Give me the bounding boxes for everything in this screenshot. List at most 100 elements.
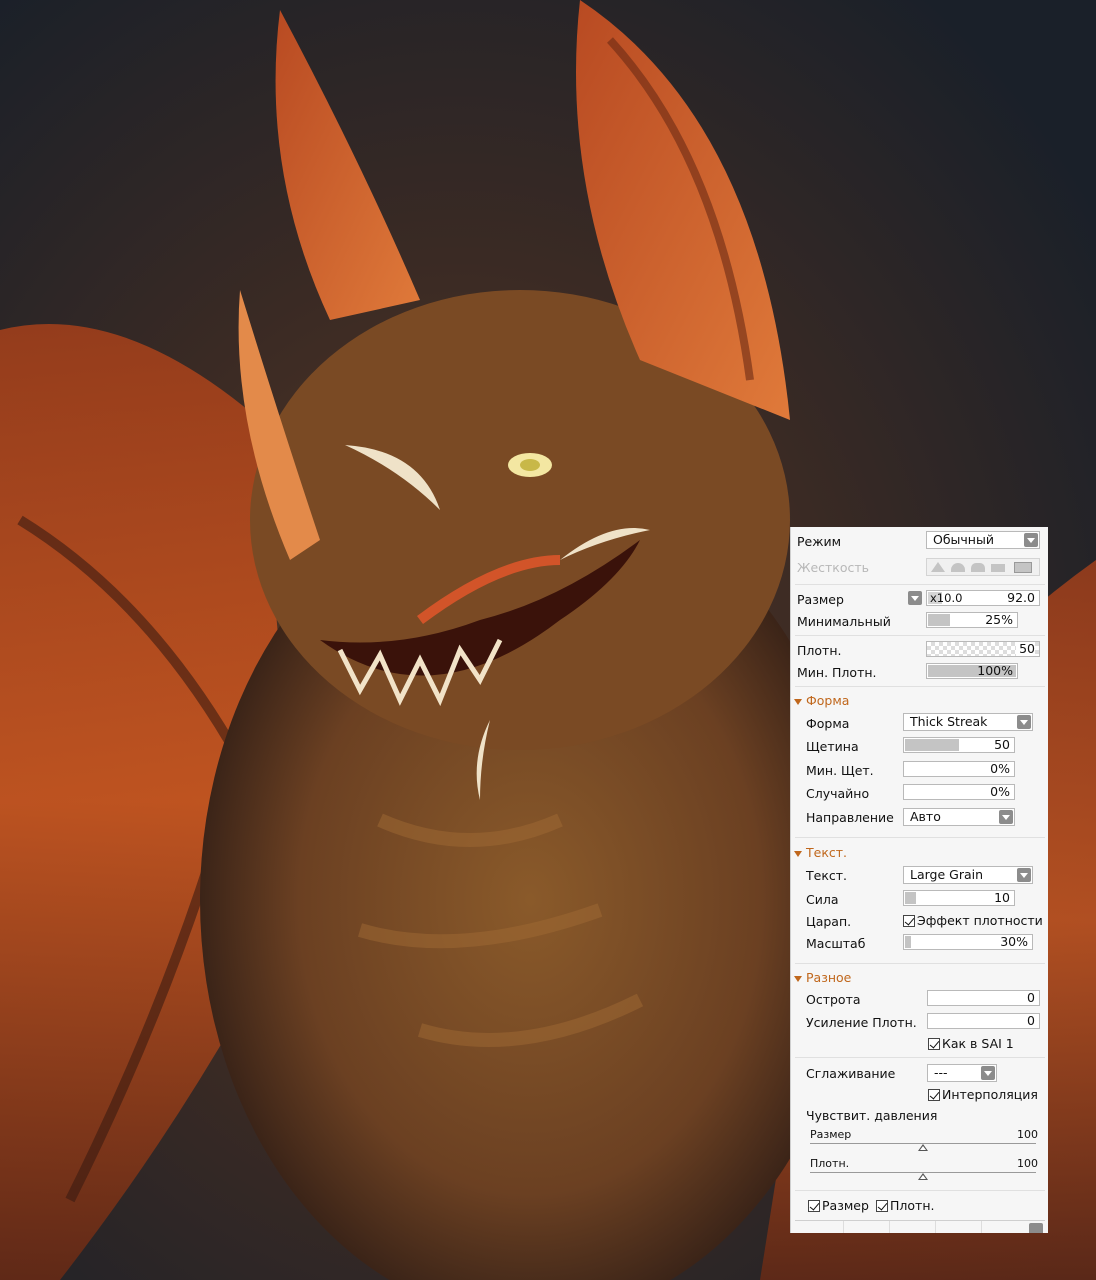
checkmark-icon: [928, 1089, 940, 1101]
min-bristle-row: Мин. Щет. 0%: [791, 761, 1048, 783]
min-size-slider[interactable]: 25%: [926, 612, 1018, 628]
sharpness-value: 0: [1027, 990, 1035, 1005]
min-density-slider[interactable]: 100%: [926, 663, 1018, 679]
preset-divider: [935, 1221, 936, 1233]
min-size-label: Минимальный: [797, 614, 891, 629]
chevron-down-icon: [1017, 715, 1031, 729]
texture-row: Текст. Large Grain: [791, 865, 1048, 887]
density-slider[interactable]: 50: [926, 641, 1040, 657]
direction-dropdown[interactable]: Авто: [903, 808, 1015, 826]
size-range-dropdown[interactable]: [908, 591, 922, 605]
strength-value: 10: [994, 890, 1010, 905]
divider: [795, 963, 1045, 964]
min-bristle-value: 0%: [990, 761, 1010, 776]
divider: [795, 635, 1045, 636]
divider: [795, 1190, 1045, 1191]
min-density-label: Мин. Плотн.: [797, 665, 877, 680]
strength-row: Сила 10: [791, 890, 1048, 912]
smoothing-row: Сглаживание ---: [791, 1063, 1048, 1085]
like-sai1-checkbox[interactable]: Как в SAI 1: [928, 1037, 1014, 1051]
scroll-up-icon[interactable]: [1029, 1223, 1043, 1233]
size-label: Размер: [797, 592, 844, 607]
checkmark-icon: [808, 1200, 820, 1212]
hardness-round-icon[interactable]: [951, 563, 965, 572]
interpolation-label: Интерполяция: [942, 1087, 1038, 1102]
brush-preset-strip: [795, 1220, 1045, 1233]
scale-label: Масштаб: [806, 936, 866, 951]
bottom-size-checkbox[interactable]: Размер: [808, 1199, 869, 1213]
hardness-row: Жесткость: [791, 557, 1048, 579]
divider: [795, 686, 1045, 687]
sharpness-field[interactable]: 0: [927, 990, 1040, 1006]
hardness-block-icon[interactable]: [1014, 562, 1032, 573]
pressure-density-value: 100: [1017, 1157, 1038, 1170]
shape-dropdown[interactable]: Thick Streak: [903, 713, 1033, 731]
chevron-down-icon: [999, 810, 1013, 824]
preset-divider: [981, 1221, 982, 1233]
pressure-density-handle[interactable]: [918, 1173, 928, 1180]
density-boost-row: Усиление Плотн. 0: [791, 1013, 1048, 1035]
hardness-soft-icon[interactable]: [971, 563, 985, 572]
bristle-value: 50: [994, 737, 1010, 752]
pressure-density-label: Плотн.: [810, 1157, 850, 1170]
min-size-fill: [928, 614, 950, 626]
hardness-flat-icon[interactable]: [991, 564, 1005, 572]
pressure-size-label: Размер: [810, 1128, 852, 1141]
smoothing-label: Сглаживание: [806, 1066, 896, 1081]
texture-dropdown[interactable]: Large Grain: [903, 866, 1033, 884]
density-boost-label: Усиление Плотн.: [806, 1015, 917, 1030]
strength-label: Сила: [806, 892, 839, 907]
size-value: 92.0: [1007, 590, 1035, 605]
texture-section-header[interactable]: Текст.: [794, 845, 847, 860]
strength-fill: [905, 892, 916, 904]
interpolation-checkbox[interactable]: Интерполяция: [928, 1088, 1038, 1102]
scale-slider[interactable]: 30%: [903, 934, 1033, 950]
smoothing-dropdown[interactable]: ---: [927, 1064, 997, 1082]
hardness-selector[interactable]: [926, 558, 1040, 576]
scale-fill: [905, 936, 911, 948]
scale-value: 30%: [1000, 934, 1028, 949]
texture-value: Large Grain: [910, 867, 984, 882]
size-field[interactable]: x10.0 92.0: [926, 590, 1040, 606]
pressure-size-value: 100: [1017, 1128, 1038, 1141]
bristle-slider[interactable]: 50: [903, 737, 1015, 753]
interpolation-row: Интерполяция: [791, 1086, 1048, 1108]
hardness-sharp-icon[interactable]: [931, 562, 945, 572]
pressure-title: Чувствит. давления: [806, 1108, 938, 1123]
bristle-label: Щетина: [806, 739, 859, 754]
shape-row: Форма Thick Streak: [791, 713, 1048, 735]
direction-row: Направление Авто: [791, 807, 1048, 829]
checkmark-icon: [876, 1200, 888, 1212]
scale-row: Масштаб 30%: [791, 934, 1048, 956]
min-size-value: 25%: [985, 612, 1013, 627]
like-sai1-row: Как в SAI 1: [791, 1035, 1048, 1057]
divider: [795, 837, 1045, 838]
mode-label: Режим: [797, 534, 842, 549]
shape-section-header[interactable]: Форма: [794, 693, 849, 708]
collapse-triangle-icon: [794, 850, 802, 857]
misc-section-header[interactable]: Разное: [794, 970, 851, 985]
min-bristle-label: Мин. Щет.: [806, 763, 874, 778]
shape-label: Форма: [806, 716, 850, 731]
chevron-down-icon: [981, 1066, 995, 1080]
pressure-size-handle[interactable]: [918, 1144, 928, 1151]
divider: [795, 1057, 1045, 1058]
bristle-row: Щетина 50: [791, 737, 1048, 759]
strength-slider[interactable]: 10: [903, 890, 1015, 906]
mode-dropdown[interactable]: Обычный: [926, 531, 1040, 549]
shape-value: Thick Streak: [910, 714, 988, 729]
random-label: Случайно: [806, 786, 870, 801]
size-multiplier: x10.0: [930, 591, 963, 605]
min-size-row: Минимальный 25%: [791, 612, 1048, 634]
density-boost-field[interactable]: 0: [927, 1013, 1040, 1029]
collapse-triangle-icon: [794, 698, 802, 705]
density-boost-value: 0: [1027, 1013, 1035, 1028]
preset-divider: [843, 1221, 844, 1233]
density-row: Плотн. 50: [791, 640, 1048, 662]
random-slider[interactable]: 0%: [903, 784, 1015, 800]
min-bristle-slider[interactable]: 0%: [903, 761, 1015, 777]
density-effect-checkbox[interactable]: Эффект плотности: [903, 914, 1043, 928]
bristle-fill: [905, 739, 959, 751]
bottom-density-checkbox[interactable]: Плотн.: [876, 1199, 934, 1213]
checkmark-icon: [928, 1038, 940, 1050]
